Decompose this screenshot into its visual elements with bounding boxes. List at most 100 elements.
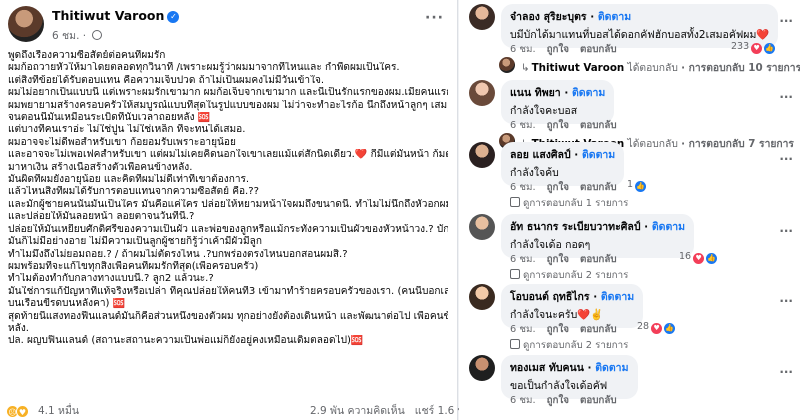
comment-text: ขอเป็นกำลังใจเด้อคัฟ — [510, 380, 608, 392]
comment-count[interactable]: 2.9 พัน ความคิดเห็น — [310, 405, 405, 417]
like-button[interactable]: ถูกใจ — [547, 254, 569, 265]
follow-link[interactable]: ติดตาม — [572, 87, 605, 99]
reaction-count[interactable]: 4.1 หมื่น — [38, 402, 79, 419]
commenter-name[interactable]: โอบอนต์ ฤทธิไกร — [510, 291, 590, 303]
reply-count-link[interactable]: · การตอบกลับ 7 รายการ — [681, 138, 794, 150]
reaction-icons[interactable]: ☹ ♥ — [6, 400, 29, 419]
comment-time[interactable]: 6 ชม. — [510, 44, 536, 55]
commenter-avatar[interactable] — [469, 142, 495, 168]
post-text-line: บนเรือนขี้รดบนหลังคา) 🆘 — [8, 298, 126, 310]
post-text-line: และปล่อยให้มันลอยหน้า ลอยตาจนวันที่นี้.? — [8, 211, 195, 223]
reply-button[interactable]: ตอบกลับ — [580, 324, 617, 335]
view-replies-text: ดูการตอบกลับ 2 รายการ — [523, 340, 629, 351]
reply-author-name[interactable]: Thitiwut Varoon — [532, 62, 625, 74]
post-text-line: แต่บางทีคนเราอ่ะ ไม่ใช่ปูน ไม่ใช่เหล็ก ท… — [8, 124, 246, 136]
reaction-number: 16 — [679, 251, 692, 262]
follow-link[interactable]: ติดตาม — [652, 221, 685, 233]
author-name[interactable]: Thitiwut Varoon ✓ — [52, 8, 180, 23]
view-replies-text: ดูการตอบกลับ 2 รายการ — [523, 270, 629, 281]
post-text-line: มาหาเงิน สร้างเนื้อสร้างตัวเพื่อคนข้างหล… — [8, 161, 193, 173]
post-text-line: ผมพยายามสร้างครอบครัวให้สมบูรณ์แบบที่สุด… — [8, 99, 448, 111]
reply-button[interactable]: ตอบกลับ — [580, 182, 617, 193]
reply-button[interactable]: ตอบกลับ — [580, 44, 617, 55]
post-header: Thitiwut Varoon ✓ 6 ชม. · ··· — [8, 6, 448, 46]
like-button[interactable]: ถูกใจ — [547, 395, 569, 406]
follow-link[interactable]: ติดตาม — [595, 362, 628, 374]
post-text-line: มันผิดที่ผมยังอายุน้อย และคิดที่ผมไม่ดีเ… — [8, 174, 250, 186]
comment-more-icon[interactable]: ··· — [779, 90, 793, 104]
reply-summary[interactable]: ↳Thitiwut Varoon ได้ตอบกลับ · การตอบกลับ… — [499, 56, 800, 74]
reply-action: ได้ตอบกลับ — [627, 62, 678, 74]
post-text-line: ผมก้อถวายหัวให้มาโดยตลอดทุกวินาที /เพราะ… — [8, 62, 400, 74]
follow-link[interactable]: ติดตาม — [582, 149, 615, 161]
post-text-line: ผมไม่อยากเป็นแบบนี้ แต่เพราะผมรักเขามาก … — [8, 87, 448, 99]
comment-reaction-count[interactable]: 16 ♥ 👍 — [679, 251, 718, 264]
post-time[interactable]: 6 ชม. — [52, 30, 79, 42]
like-reaction-icon: 👍 — [706, 253, 718, 264]
like-button[interactable]: ถูกใจ — [547, 120, 569, 131]
comment-time[interactable]: 6 ชม. — [510, 254, 536, 265]
comment-more-icon[interactable]: ··· — [779, 224, 793, 238]
reply-button[interactable]: ตอบกลับ — [580, 254, 617, 265]
view-replies-link[interactable]: ดูการตอบกลับ 2 รายการ — [510, 268, 628, 283]
comment-time[interactable]: 6 ชม. — [510, 395, 536, 406]
post-text-line: ปล่อยให้มันเหยียบศักดิ์ศรีของความเป็นผัว… — [8, 223, 448, 235]
comment-more-icon[interactable]: ··· — [779, 14, 793, 28]
commenter-name[interactable]: จ๋าลอง สุริยะบุตร — [510, 11, 587, 23]
love-reaction-icon: ♥ — [751, 43, 763, 54]
comment-time[interactable]: 6 ชม. — [510, 120, 536, 131]
comment-text: กำลังใจนะครับ❤️✌️ — [510, 309, 604, 321]
view-replies-text: ดูการตอบกลับ 1 รายการ — [523, 198, 629, 209]
like-button[interactable]: ถูกใจ — [547, 44, 569, 55]
comment-more-icon[interactable]: ··· — [779, 365, 793, 379]
comment-actions: 6 ชม. ถูกใจ ตอบกลับ — [510, 118, 628, 133]
commenter-name[interactable]: อัท ธนากร ระเบียบวาทะศิลป์ — [510, 221, 641, 233]
view-replies-link[interactable]: ดูการตอบกลับ 2 รายการ — [510, 338, 628, 353]
commenter-avatar[interactable] — [469, 4, 495, 30]
like-button[interactable]: ถูกใจ — [547, 324, 569, 335]
commenter-name[interactable]: ทองเมส ทับคนน — [510, 362, 584, 374]
commenter-avatar[interactable] — [469, 284, 495, 310]
comment-actions: 6 ชม. ถูกใจ ตอบกลับ — [510, 393, 628, 408]
comment-more-icon[interactable]: ··· — [779, 294, 793, 308]
author-name-text[interactable]: Thitiwut Varoon — [52, 8, 164, 23]
comment-reaction-count[interactable]: 233 ♥ 👍 — [731, 41, 776, 54]
post-text-line: ผมพร้อมที่จะแก้ไขทุกสิ่งเพื่อคนที่ผมรักท… — [8, 260, 259, 272]
replies-icon — [510, 269, 520, 279]
follow-link[interactable]: ติดตาม — [601, 291, 634, 303]
comment-text: กำลังใจคะบอส — [510, 105, 578, 117]
author-avatar[interactable] — [8, 6, 44, 42]
post-text-line: และอาจจะไม่เพอเฟคสำหรับเขา แต่ผมไม่เคยคิ… — [8, 149, 448, 161]
like-button[interactable]: ถูกใจ — [547, 182, 569, 193]
reply-arrow-icon: ↳ — [521, 62, 530, 74]
commenter-name[interactable]: แนน ทิพยา — [510, 87, 561, 99]
post-text-line: ผมอาจจะไม่ดีพอสำหรับเขา ก้อยอมรับเพราะอา… — [8, 136, 236, 148]
post-text: พูดถึงเรื่องความซื่อสัตย์ต่อคนที่ผมรัก ผม… — [8, 50, 448, 348]
more-options-icon[interactable]: ··· — [425, 10, 444, 26]
post-panel: Thitiwut Varoon ✓ 6 ชม. · ··· พูดถึงเรื่อ… — [0, 0, 493, 420]
commenter-avatar[interactable] — [469, 355, 495, 381]
post-text-line: แต่สิ่งที่ข้อยได้รับตอบแทน คือความเจ็บปว… — [8, 74, 325, 86]
like-reaction-icon: 👍 — [764, 43, 776, 54]
commenter-name[interactable]: ลอย แสงศิลป์ — [510, 149, 571, 161]
comment-actions: 6 ชม. ถูกใจ ตอบกลับ — [510, 42, 628, 57]
comment-more-icon[interactable]: ··· — [779, 152, 793, 166]
comment-actions: 6 ชม. ถูกใจ ตอบกลับ — [510, 252, 628, 267]
comment-time[interactable]: 6 ชม. — [510, 324, 536, 335]
reaction-number: 233 — [731, 41, 750, 52]
commenter-avatar[interactable] — [469, 214, 495, 240]
commenter-avatar[interactable] — [469, 80, 495, 106]
post-text-line: ทำไมมึงถึงไม่ยอมถอย.? / ถ้าผมไม่ตัดรงไหน… — [8, 248, 348, 260]
reply-button[interactable]: ตอบกลับ — [580, 395, 617, 406]
follow-link[interactable]: ติดตาม — [598, 11, 631, 23]
reply-count-link[interactable]: · การตอบกลับ 10 รายการ — [681, 62, 800, 74]
reply-button[interactable]: ตอบกลับ — [580, 120, 617, 131]
care-reaction-icon: ♥ — [16, 405, 29, 418]
replies-icon — [510, 197, 520, 207]
view-replies-link[interactable]: ดูการตอบกลับ 1 รายการ — [510, 196, 628, 211]
comment-time[interactable]: 6 ชม. — [510, 182, 536, 193]
comment-reaction-count[interactable]: 28 ♥ 👍 — [637, 321, 676, 334]
post-text-line: แล้วไหนสิ่งที่ผมได้รับการตอบแทนจากความซื… — [8, 186, 259, 198]
reply-summary-text: ↳Thitiwut Varoon ได้ตอบกลับ · การตอบกลับ… — [521, 59, 800, 76]
comment-reaction-count[interactable]: 1 👍 — [627, 179, 647, 192]
